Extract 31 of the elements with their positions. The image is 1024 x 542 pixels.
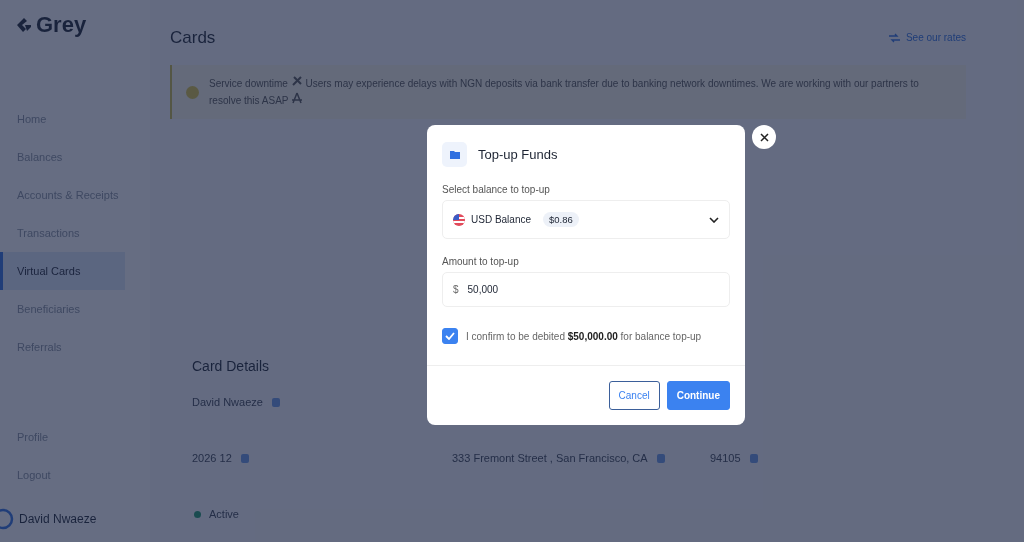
page-title: Cards <box>170 27 216 48</box>
copy-icon[interactable] <box>655 452 666 464</box>
cancel-button[interactable]: Cancel <box>608 381 660 410</box>
close-button[interactable] <box>752 125 776 149</box>
amount-field[interactable]: $ 50,000 <box>442 272 730 307</box>
continue-button[interactable]: Continue <box>666 381 730 410</box>
field-label: Select balance to top-up <box>442 184 551 195</box>
close-icon <box>759 132 769 142</box>
copy-icon[interactable] <box>239 452 250 464</box>
dialog-title: Top-up Funds <box>478 147 558 162</box>
balance-select[interactable]: USD Balance $0.86 <box>442 200 730 239</box>
warning-icon <box>186 85 199 99</box>
confirm-text: I confirm to be debited $50,000.00 for balance top-up <box>466 330 702 342</box>
section-title: Card Details <box>192 358 271 374</box>
copy-icon[interactable] <box>270 396 281 408</box>
logo-icon <box>15 16 33 34</box>
user-name: David Nwaeze <box>19 512 97 526</box>
balance-amount: $0.86 <box>543 212 579 227</box>
checkbox[interactable] <box>442 328 458 344</box>
field-value: 94105 <box>710 452 741 464</box>
flag-icon <box>453 213 465 226</box>
chevron-down-icon <box>709 216 719 223</box>
logo-text: Grey <box>36 12 87 38</box>
rates-link[interactable]: See our rates <box>888 32 966 43</box>
copy-icon[interactable] <box>748 452 759 464</box>
field-label: Amount to top-up <box>442 256 520 267</box>
swap-icon <box>888 32 900 43</box>
sidebar-item[interactable]: Virtual Cards <box>0 252 125 290</box>
status-dot <box>194 510 201 518</box>
folder-icon <box>442 142 467 167</box>
check-icon <box>445 332 455 340</box>
